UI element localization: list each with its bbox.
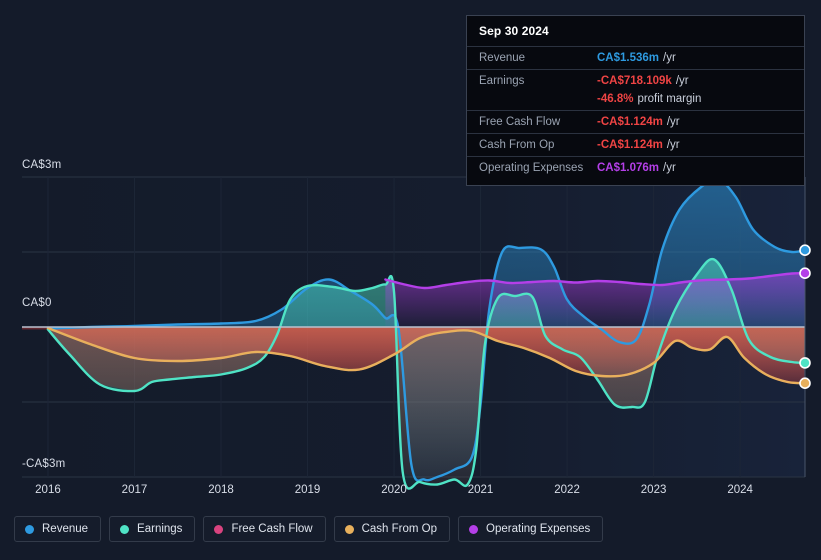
legend-item-free-cash-flow[interactable]: Free Cash Flow: [203, 516, 326, 542]
legend-color-dot: [25, 524, 34, 534]
tooltip-row-value: -46.8%: [597, 93, 634, 105]
x-axis-label-2022: 2022: [554, 484, 580, 496]
end-marker-revenue: [799, 244, 811, 256]
financial-chart: CA$3m CA$0 -CA$3m 2016 2017 2018 2019 2020 20…: [0, 0, 821, 560]
y-axis-label-top: CA$3m: [22, 159, 62, 171]
legend-item-earnings[interactable]: Earnings: [109, 516, 196, 542]
tooltip-row-value: -CA$1.124m: [597, 139, 663, 151]
tooltip-row-value: -CA$1.124m: [597, 116, 663, 128]
legend-item-label: Earnings: [137, 523, 183, 535]
tooltip-row-value: CA$1.536m: [597, 52, 660, 64]
tooltip-date: Sep 30 2024: [479, 24, 549, 38]
tooltip-row: Revenue CA$1.536m/yr: [467, 46, 804, 69]
chart-legend[interactable]: Revenue Earnings Free Cash Flow Cash From O…: [14, 516, 604, 542]
x-axis-label-2021: 2021: [467, 484, 494, 496]
legend-item-cash-from-op[interactable]: Cash From Op: [333, 516, 451, 542]
legend-color-dot: [214, 524, 224, 534]
legend-color-dot: [344, 524, 354, 534]
tooltip-card: Sep 30 2024 Revenue CA$1.536m/yr Earnings -…: [466, 15, 805, 186]
y-axis-label-bottom: -CA$3m: [22, 458, 66, 470]
x-axis-label-2024: 2024: [727, 484, 753, 496]
legend-item-label: Free Cash Flow: [231, 523, 313, 535]
tooltip-row: Earnings -CA$718.109k/yr: [467, 69, 804, 92]
legend-item-label: Operating Expenses: [486, 523, 591, 535]
tooltip-row-value: CA$1.076m: [597, 162, 660, 174]
tooltip-row-unit: /yr: [663, 162, 676, 174]
end-marker-operating-expenses: [799, 267, 811, 280]
x-axis-label-2019: 2019: [294, 484, 321, 496]
tooltip-row-label: Cash From Op: [479, 139, 555, 151]
x-axis-label-2023: 2023: [640, 484, 667, 496]
tooltip-row-label: Free Cash Flow: [479, 116, 561, 128]
tooltip-rows: Revenue CA$1.536m/yr Earnings -CA$718.109k /…: [467, 46, 804, 179]
tooltip-row-label: Revenue: [479, 52, 526, 64]
legend-item-label: Cash From Op: [361, 523, 438, 535]
legend-item-label: Revenue: [42, 523, 89, 535]
x-axis-label-2017: 2017: [121, 484, 148, 496]
tooltip-row: Operating Expenses CA$1.076m/yr: [467, 156, 804, 179]
end-marker-cash-from-op: [799, 377, 811, 390]
legend-color-dot: [469, 524, 479, 534]
x-axis-label-2018: 2018: [208, 484, 234, 496]
x-axis-label-2020: 2020: [381, 484, 407, 496]
legend-color-dot: [120, 524, 130, 534]
tooltip-row: Cash From Op -CA$1.124m/yr: [467, 133, 804, 156]
tooltip-row-unit: /yr: [663, 52, 676, 64]
y-axis-label-zero: CA$0: [22, 297, 52, 309]
end-marker-earnings: [799, 357, 811, 369]
tooltip-row: -46.8% profit margin: [467, 92, 804, 110]
legend-item-operating-expenses[interactable]: Operating Expenses: [458, 516, 604, 542]
tooltip-row-unit: /yr: [675, 75, 689, 87]
tooltip-row-value: -CA$718.109k: [597, 75, 672, 87]
legend-item-revenue[interactable]: Revenue: [14, 516, 102, 542]
tooltip-row-label: Operating Expenses: [479, 162, 584, 174]
tooltip-row-label: Earnings: [479, 75, 525, 87]
tooltip-row: Free Cash Flow -CA$1.124m/yr: [467, 110, 804, 133]
tooltip-row-unit: /yr: [666, 139, 680, 151]
tooltip-row-unit: profit margin: [637, 93, 702, 105]
x-axis-label-2016: 2016: [35, 484, 61, 496]
tooltip-row-unit: /yr: [666, 116, 680, 128]
